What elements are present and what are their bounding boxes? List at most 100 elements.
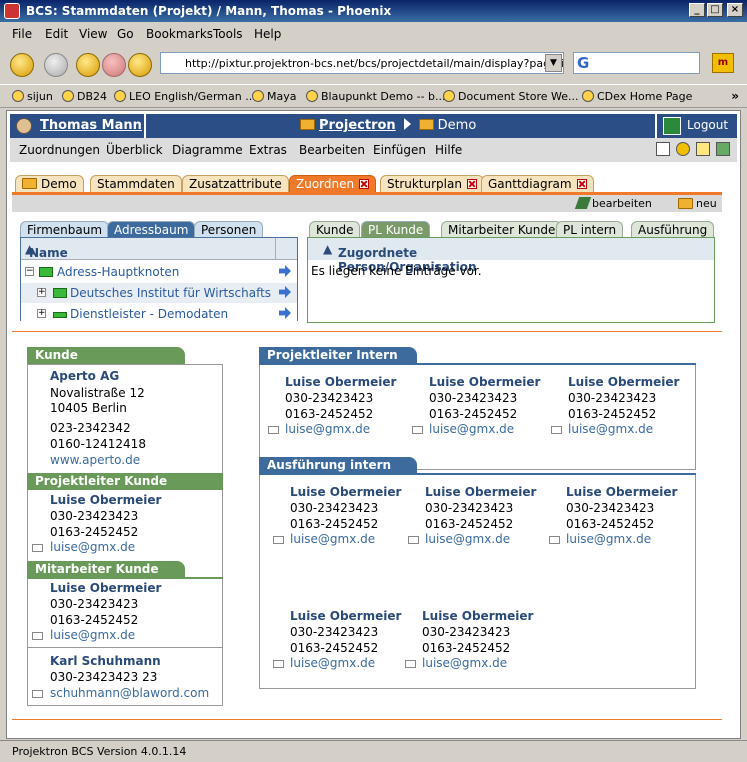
maximize-button[interactable]: □ xyxy=(707,3,723,17)
appmenu-ueberblick[interactable]: Überblick xyxy=(106,143,163,157)
menu-edit[interactable]: Edit xyxy=(45,27,68,41)
mail-icon xyxy=(551,426,562,434)
go-arrow-icon[interactable] xyxy=(279,307,291,319)
collapse-icon: − xyxy=(25,266,34,276)
person-email-link[interactable]: luise@gmx.de xyxy=(290,656,375,670)
tab-ausfuehrung[interactable]: Ausführung xyxy=(631,221,715,238)
menu-tools[interactable]: Tools xyxy=(213,27,243,41)
edit-icon[interactable] xyxy=(574,197,592,209)
person-mobile: 0163-2452452 xyxy=(422,641,511,655)
tree-row[interactable]: + Deutsches Institut für Wirtschafts xyxy=(21,283,297,303)
bookmarks-more-icon[interactable]: » xyxy=(731,89,739,103)
customer-website-link[interactable]: www.aperto.de xyxy=(50,453,140,467)
note-icon[interactable] xyxy=(696,142,710,156)
url-field[interactable]: http://pixtur.projektron-bcs.net/bcs/pro… xyxy=(160,52,564,74)
appmenu-diagramme[interactable]: Diagramme xyxy=(172,143,243,157)
search-field[interactable]: G xyxy=(573,52,700,74)
appmenu-bearbeiten[interactable]: Bearbeiten xyxy=(299,143,365,157)
layout-icon[interactable] xyxy=(656,142,670,156)
tab-zusatzattribute[interactable]: Zusatzattribute xyxy=(182,175,289,192)
bookmark-docstore[interactable]: Document Store We... xyxy=(443,90,579,103)
appmenu-hilfe[interactable]: Hilfe xyxy=(435,143,462,157)
bookmark-db24[interactable]: DB24 xyxy=(62,90,107,103)
bookmark-leo[interactable]: LEO English/German ... xyxy=(114,90,256,103)
person-email-link[interactable]: luise@gmx.de xyxy=(425,532,510,546)
tab-pl-kunde[interactable]: PL Kunde xyxy=(361,221,431,238)
person-email-link[interactable]: luise@gmx.de xyxy=(566,532,651,546)
minimize-button[interactable]: _ xyxy=(689,3,705,17)
tree-row[interactable]: − Adress-Hauptknoten xyxy=(21,262,297,282)
bookmark-icon xyxy=(306,90,318,102)
folder-icon xyxy=(418,119,434,130)
menu-view[interactable]: View xyxy=(79,27,107,41)
user-link[interactable]: Thomas Mann xyxy=(10,114,146,138)
edit-link[interactable]: bearbeiten xyxy=(592,197,652,210)
home-icon[interactable] xyxy=(128,53,152,77)
new-link[interactable]: neu xyxy=(696,197,717,210)
person-email-link[interactable]: schuhmann@blaword.com xyxy=(50,686,209,700)
person-email-link[interactable]: luise@gmx.de xyxy=(429,422,514,436)
back-icon[interactable] xyxy=(10,53,34,77)
close-tab-icon[interactable] xyxy=(466,179,477,189)
tab-demo[interactable]: Demo xyxy=(15,175,84,192)
tab-personen[interactable]: Personen xyxy=(194,221,264,238)
person-email-link[interactable]: luise@gmx.de xyxy=(50,540,135,554)
person-email-link[interactable]: luise@gmx.de xyxy=(50,628,135,642)
url-dropdown-icon[interactable]: ▼ xyxy=(545,54,562,72)
mail-icon xyxy=(273,536,284,544)
tab-strukturplan[interactable]: Strukturplan xyxy=(380,175,484,192)
mail-icon xyxy=(268,426,279,434)
tab-stammdaten[interactable]: Stammdaten xyxy=(90,175,182,192)
appmenu-zuordnungen[interactable]: Zuordnungen xyxy=(19,143,100,157)
forward-icon[interactable] xyxy=(44,53,68,77)
exit-icon xyxy=(663,117,681,135)
go-arrow-icon[interactable] xyxy=(279,286,291,298)
status-bar: Projektron BCS Version 4.0.1.14 xyxy=(0,740,747,762)
person-name: Luise Obermeier xyxy=(290,609,402,623)
bookmark-cdex[interactable]: CDex Home Page xyxy=(582,90,692,103)
appmenu-einfuegen[interactable]: Einfügen xyxy=(373,143,426,157)
assigned-header[interactable]: Zugordnete Person/Organisation ▲ xyxy=(308,238,714,274)
bookmark-maya[interactable]: Maya xyxy=(252,90,296,103)
close-button[interactable]: × xyxy=(727,3,743,17)
appmenu-extras[interactable]: Extras xyxy=(249,143,287,157)
person-email-link[interactable]: luise@gmx.de xyxy=(285,422,370,436)
product-link[interactable]: Projectron xyxy=(319,118,396,133)
tab-firmenbaum[interactable]: Firmenbaum xyxy=(20,221,110,238)
reload-icon[interactable] xyxy=(76,53,100,77)
customer-phone: 023-2342342 xyxy=(50,421,131,435)
person-name: Luise Obermeier xyxy=(290,485,402,499)
person-name: Luise Obermeier xyxy=(425,485,537,499)
menu-file[interactable]: File xyxy=(12,27,32,41)
tab-ganttdiagram[interactable]: Ganttdiagram xyxy=(481,175,594,192)
menu-help[interactable]: Help xyxy=(254,27,281,41)
tab-zuordnen[interactable]: Zuordnen xyxy=(289,175,377,192)
close-tab-icon[interactable] xyxy=(359,179,370,189)
person-phone: 030-23423423 xyxy=(425,501,514,515)
bookmark-blaupunkt[interactable]: Blaupunkt Demo -- b... xyxy=(306,90,446,103)
kunde-heading: Kunde xyxy=(27,347,185,364)
person-email-link[interactable]: luise@gmx.de xyxy=(568,422,653,436)
help-icon[interactable] xyxy=(676,142,690,156)
menu-go[interactable]: Go xyxy=(117,27,134,41)
tab-pl-intern[interactable]: PL intern xyxy=(556,221,624,238)
tab-kunde[interactable]: Kunde xyxy=(309,221,361,238)
action-bar: bearbeiten neu xyxy=(12,195,722,212)
tab-mitarbeiter-kunde[interactable]: Mitarbeiter Kunde xyxy=(441,221,563,238)
person-phone: 030-23423423 xyxy=(50,509,139,523)
person-email-link[interactable]: luise@gmx.de xyxy=(290,532,375,546)
go-arrow-icon[interactable] xyxy=(279,265,291,277)
menu-bookmarks[interactable]: Bookmarks xyxy=(146,27,213,41)
person-email-link[interactable]: luise@gmx.de xyxy=(422,656,507,670)
person-phone: 030-23423423 xyxy=(568,391,657,405)
mail-icon xyxy=(405,660,416,668)
bookmark-sijun[interactable]: sijun xyxy=(12,90,53,103)
close-tab-icon[interactable] xyxy=(576,179,587,189)
stop-icon[interactable] xyxy=(102,53,126,77)
logout-button[interactable]: Logout xyxy=(655,114,737,138)
extension-icon[interactable]: m xyxy=(712,53,734,73)
tab-adressbaum[interactable]: Adressbaum xyxy=(107,221,196,238)
tree-header[interactable]: Name ▲ xyxy=(21,238,297,260)
tree-row[interactable]: + Dienstleister - Demodaten xyxy=(21,304,297,324)
lock-icon[interactable] xyxy=(716,142,730,156)
